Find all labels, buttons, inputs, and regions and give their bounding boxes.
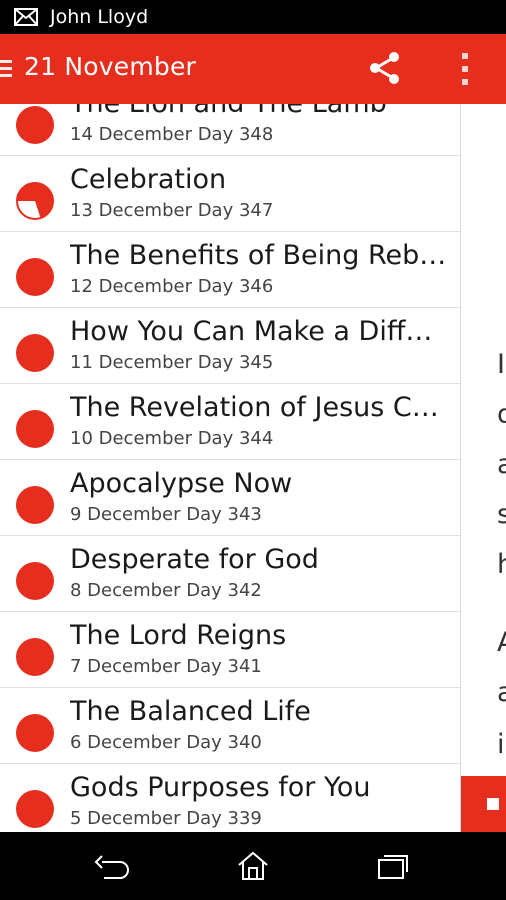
progress-indicator-icon — [16, 790, 54, 828]
list-item-subtitle: 13 December Day 347 — [70, 200, 274, 221]
list-item-title: Desperate for God — [70, 544, 319, 575]
action-bar: 21 November — [0, 34, 506, 104]
recents-icon[interactable] — [376, 852, 410, 880]
overflow-menu-icon[interactable] — [455, 50, 475, 88]
list-item[interactable]: Desperate for God 8 December Day 342 — [0, 536, 460, 612]
audio-player-bar[interactable] — [461, 776, 506, 832]
list-item-subtitle: 11 December Day 345 — [70, 352, 274, 373]
progress-indicator-icon — [16, 486, 54, 524]
list-item-title: The Benefits of Being Reb… — [70, 240, 447, 271]
progress-indicator-icon — [16, 334, 54, 372]
share-icon[interactable] — [367, 50, 403, 86]
drawer-icon[interactable] — [0, 58, 14, 80]
list-item-title: The Revelation of Jesus C… — [70, 392, 439, 423]
page-title[interactable]: 21 November — [24, 52, 196, 81]
list-item[interactable]: The Lord Reigns 7 December Day 341 — [0, 612, 460, 688]
detail-pane: iaAhsadI — [461, 104, 506, 832]
list-item[interactable]: Celebration 13 December Day 347 — [0, 156, 460, 232]
list-item[interactable]: How You Can Make a Diff… 11 December Day … — [0, 308, 460, 384]
list-item-subtitle: 14 December Day 348 — [70, 124, 274, 145]
progress-indicator-icon — [16, 562, 54, 600]
list-item-title: The Lion and The Lamb — [70, 104, 450, 122]
detail-text-fragment: i — [497, 729, 505, 760]
list-item[interactable]: The Benefits of Being Reb… 12 December Da… — [0, 232, 460, 308]
progress-indicator-icon — [16, 714, 54, 752]
list-item[interactable]: The Balanced Life 6 December Day 340 — [0, 688, 460, 764]
list-item[interactable]: The Lion and The Lamb 14 December Day 348 — [0, 104, 460, 156]
list-item[interactable]: Apocalypse Now 9 December Day 343 — [0, 460, 460, 536]
progress-indicator-icon — [16, 410, 54, 448]
list-item-subtitle: 12 December Day 346 — [70, 276, 274, 297]
list-item[interactable]: The Revelation of Jesus C… 10 December Da… — [0, 384, 460, 460]
list-item-title: Apocalypse Now — [70, 468, 293, 499]
mail-icon — [14, 8, 38, 26]
list-item-subtitle: 5 December Day 339 — [70, 808, 262, 829]
progress-indicator-icon — [16, 638, 54, 676]
list-item-subtitle: 9 December Day 343 — [70, 504, 262, 525]
progress-indicator-icon — [16, 106, 54, 144]
detail-text-fragment: a — [497, 449, 506, 480]
stop-icon[interactable] — [487, 798, 499, 810]
list-item-subtitle: 7 December Day 341 — [70, 656, 262, 677]
detail-text-fragment: A — [497, 628, 506, 658]
status-bar: John Lloyd — [0, 0, 506, 34]
navigation-bar — [0, 832, 506, 900]
devotional-list[interactable]: The Lion and The Lamb 14 December Day 348… — [0, 104, 461, 832]
progress-indicator-icon — [16, 182, 54, 220]
list-item-subtitle: 6 December Day 340 — [70, 732, 262, 753]
list-item-subtitle: 10 December Day 344 — [70, 428, 274, 449]
detail-text-fragment: h — [497, 549, 506, 580]
detail-text-fragment: I — [497, 349, 505, 380]
home-icon[interactable] — [236, 850, 270, 882]
list-item-title: Gods Purposes for You — [70, 772, 371, 803]
list-item-title: The Balanced Life — [70, 696, 311, 727]
list-item-title: Celebration — [70, 164, 227, 195]
list-item[interactable]: Gods Purposes for You 5 December Day 339 — [0, 764, 460, 832]
progress-indicator-icon — [16, 258, 54, 296]
detail-text-fragment: s — [497, 499, 506, 530]
back-icon[interactable] — [94, 852, 130, 880]
status-user-name: John Lloyd — [50, 6, 149, 28]
list-item-title: The Lord Reigns — [70, 620, 287, 651]
detail-text-fragment: a — [497, 677, 506, 708]
list-item-subtitle: 8 December Day 342 — [70, 580, 262, 601]
devotional-list-inner: The Lion and The Lamb 14 December Day 348… — [0, 104, 460, 832]
list-item-title: How You Can Make a Diff… — [70, 316, 433, 347]
detail-text-fragment: d — [497, 399, 506, 430]
